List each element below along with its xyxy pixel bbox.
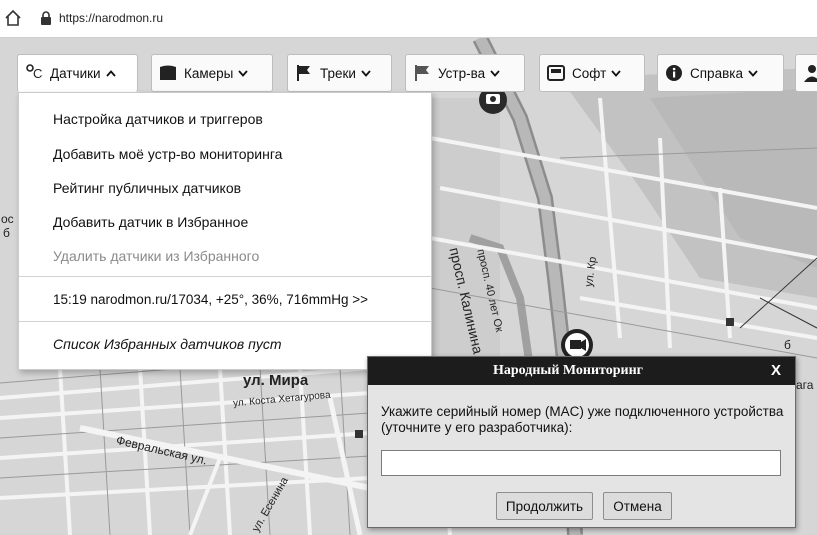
- browser-address-bar: https://narodmon.ru: [0, 0, 817, 38]
- device-icon: [412, 63, 432, 83]
- nav-help-button[interactable]: Справка: [657, 54, 784, 92]
- user-icon: [802, 63, 817, 83]
- nav-user-button[interactable]: [795, 54, 817, 92]
- menu-item-public-rating[interactable]: Рейтинг публичных датчиков: [53, 180, 241, 196]
- favorites-empty-text: Список Избранных датчиков пуст: [53, 336, 282, 352]
- nav-sensors-button[interactable]: C Датчики: [17, 54, 138, 92]
- map-edge-label: ага: [796, 378, 814, 392]
- nav-label: Камеры: [184, 65, 234, 81]
- sensors-dropdown-menu: Настройка датчиков и триггеров Добавить …: [18, 92, 432, 370]
- street-label-ul-mira: ул. Мира: [243, 372, 309, 389]
- menu-item-add-device[interactable]: Добавить моё устр-во мониторинга: [53, 146, 282, 162]
- dialog-titlebar[interactable]: Народный Мониторинг X: [368, 357, 795, 385]
- sensor-icon: C: [24, 63, 44, 83]
- nav-label: Справка: [690, 65, 743, 81]
- menu-item-remove-favorites: Удалить датчики из Избранного: [53, 248, 260, 264]
- info-icon: [664, 63, 684, 83]
- nav-devices-button[interactable]: Устр-ва: [405, 54, 525, 92]
- menu-item-sensor-status[interactable]: 15:19 narodmon.ru/17034, +25°, 36%, 716m…: [53, 292, 368, 307]
- dialog-title: Народный Мониторинг: [492, 363, 644, 378]
- mac-input-dialog: Народный Мониторинг X Укажите серийный н…: [367, 356, 796, 528]
- continue-button[interactable]: Продолжить: [496, 492, 593, 520]
- close-button[interactable]: X: [771, 362, 781, 379]
- chevron-down-icon: [238, 69, 249, 77]
- svg-text:C: C: [33, 66, 42, 81]
- nav-cameras-button[interactable]: Камеры: [151, 54, 273, 92]
- map-edge-label: б: [784, 338, 791, 352]
- main-nav: C Датчики Камеры Треки Устр-ва Софт Спра…: [0, 54, 817, 94]
- chevron-down-icon: [611, 69, 621, 77]
- chevron-down-icon: [361, 69, 371, 77]
- map-edge-label: б: [3, 226, 10, 240]
- flag-icon: [294, 63, 314, 83]
- menu-divider: [19, 321, 431, 322]
- menu-item-add-favorite[interactable]: Добавить датчик в Избранное: [53, 214, 248, 230]
- menu-item-sensor-settings[interactable]: Настройка датчиков и триггеров: [53, 111, 263, 127]
- home-icon[interactable]: [4, 9, 22, 27]
- nav-label: Софт: [572, 65, 607, 81]
- chevron-down-icon: [748, 69, 758, 77]
- nav-label: Датчики: [50, 65, 101, 81]
- camera-icon: [158, 63, 178, 83]
- mac-address-input[interactable]: [381, 450, 781, 476]
- menu-divider: [19, 276, 431, 277]
- chevron-down-icon: [490, 69, 500, 77]
- nav-tracks-button[interactable]: Треки: [287, 54, 392, 92]
- cancel-button[interactable]: Отмена: [603, 492, 672, 520]
- software-icon: [546, 63, 566, 83]
- map-edge-label: ос: [1, 212, 14, 226]
- dialog-message: Укажите серийный номер (MAC) уже подключ…: [381, 404, 784, 435]
- nav-label: Треки: [320, 65, 356, 81]
- nav-label: Устр-ва: [438, 65, 486, 81]
- lock-icon: [41, 11, 51, 25]
- url-text[interactable]: https://narodmon.ru: [59, 11, 163, 25]
- chevron-up-icon: [105, 69, 116, 77]
- nav-software-button[interactable]: Софт: [539, 54, 645, 92]
